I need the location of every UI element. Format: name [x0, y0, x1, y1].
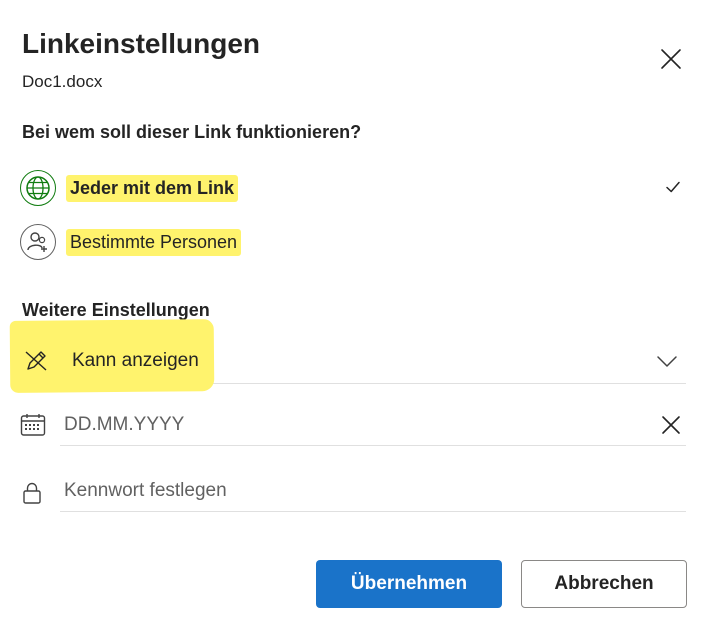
audience-question: Bei wem soll dieser Link funktionieren? [22, 122, 362, 142]
expiry-date-input[interactable] [60, 404, 686, 446]
password-row [20, 470, 686, 512]
more-settings-title: Weitere Einstellungen [22, 300, 210, 320]
dialog-title: Linkeinstellungen [22, 28, 261, 59]
apply-button[interactable]: Übernehmen [316, 560, 502, 608]
close-icon [661, 49, 681, 69]
chevron-down-icon [656, 350, 678, 377]
clear-date-button[interactable] [656, 410, 686, 440]
cancel-button[interactable]: Abbrechen [521, 560, 687, 608]
permission-value: Kann anzeigen [72, 349, 199, 371]
option-label: Bestimmte Personen [66, 228, 242, 256]
expiry-date-row [20, 404, 686, 446]
option-anyone-with-link[interactable]: Jeder mit dem Link [20, 168, 690, 208]
lock-icon [22, 482, 42, 509]
option-label: Jeder mit dem Link [66, 174, 239, 202]
globe-icon [20, 170, 56, 206]
checkmark-icon [664, 178, 682, 201]
close-button[interactable] [656, 44, 686, 74]
close-icon [662, 416, 680, 434]
calendar-icon[interactable] [20, 413, 46, 442]
file-name: Doc1.docx [22, 72, 103, 91]
option-specific-people[interactable]: Bestimmte Personen [20, 222, 690, 262]
permission-dropdown[interactable]: Kann anzeigen [9, 319, 686, 393]
pencil-icon [20, 348, 52, 374]
password-input[interactable] [60, 470, 686, 512]
people-add-icon [20, 224, 56, 260]
